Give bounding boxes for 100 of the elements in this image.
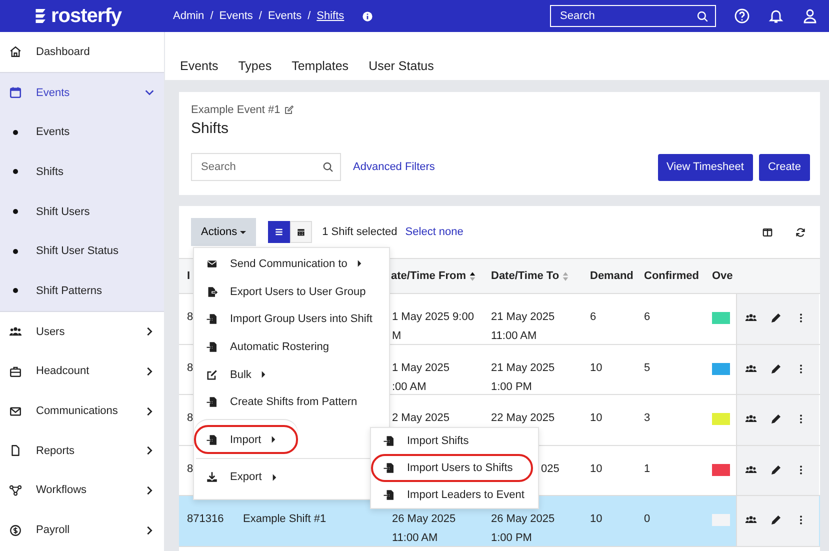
event-name: Example Event #1 — [191, 104, 280, 116]
refresh-icon[interactable] — [795, 226, 806, 238]
breadcrumb-separator: / — [308, 10, 311, 22]
sidebar-subitem[interactable]: Shift User Status — [0, 231, 164, 272]
list-view-button[interactable] — [268, 221, 290, 243]
sidebar-item[interactable]: Dashboard — [0, 32, 164, 72]
file-import-icon — [206, 396, 218, 408]
breadcrumb-link[interactable]: Shifts — [316, 10, 344, 22]
bell-icon[interactable] — [768, 8, 784, 24]
menu-item[interactable]: Import Users to Shifts — [371, 454, 533, 482]
selection-count: 1 Shift selected — [322, 226, 398, 238]
calendar-view-button[interactable] — [290, 221, 312, 243]
breadcrumb-link[interactable]: Events — [219, 10, 253, 22]
column-header[interactable]: Demand — [590, 266, 634, 286]
users-icon[interactable] — [745, 514, 757, 526]
table-cell-text: 22 May 2025 — [491, 411, 555, 426]
chevron-right-icon — [144, 445, 155, 456]
search-field[interactable]: Search — [191, 153, 341, 181]
column-header[interactable]: ate/Time From — [391, 266, 466, 286]
table-cell-text: 0 — [644, 512, 650, 527]
sidebar-item[interactable]: Workflows — [0, 470, 164, 510]
advanced-filters-link[interactable]: Advanced Filters — [353, 161, 435, 173]
caret-right-icon — [272, 474, 277, 481]
column-header[interactable]: I — [187, 266, 190, 286]
columns-icon[interactable] — [762, 226, 773, 238]
sidebar-item[interactable]: Reports — [0, 430, 164, 471]
edit-icon[interactable] — [284, 105, 294, 115]
sidebar-item[interactable]: Payroll — [0, 510, 164, 550]
breadcrumb-separator: / — [258, 10, 262, 22]
sidebar-item[interactable]: Users — [0, 312, 164, 352]
briefcase-icon — [9, 364, 22, 378]
caret-right-icon — [261, 371, 266, 378]
users-icon[interactable] — [745, 413, 757, 425]
tab[interactable]: Types — [238, 59, 272, 73]
chevron-right-icon — [144, 326, 155, 338]
breadcrumb-separator: / — [210, 10, 214, 22]
primary-button[interactable]: Create — [758, 154, 810, 180]
envelope-icon — [206, 258, 218, 270]
chevron-right-icon — [144, 484, 155, 496]
menu-item[interactable]: Import Group Users into Shift — [196, 305, 387, 334]
tab[interactable]: Events — [180, 59, 218, 73]
table-cell-text: 871316 — [187, 512, 224, 527]
users-icon — [9, 325, 22, 338]
sidebar-subitem[interactable]: Shifts — [0, 152, 164, 192]
pencil-icon[interactable] — [770, 362, 782, 374]
file-export-icon — [206, 286, 218, 298]
info-icon[interactable] — [362, 10, 374, 22]
caret-right-icon — [357, 260, 362, 268]
caret-right-icon — [271, 436, 276, 444]
list-icon — [274, 227, 284, 237]
breadcrumb-link[interactable]: Events — [268, 10, 302, 22]
users-icon[interactable] — [745, 464, 757, 476]
users-icon[interactable] — [745, 362, 757, 374]
menu-item[interactable]: Bulk — [196, 360, 387, 388]
document-icon — [9, 444, 22, 458]
table-cell-text: 6 — [590, 310, 596, 325]
user-icon[interactable] — [802, 8, 818, 24]
primary-button[interactable]: View Timesheet — [658, 154, 753, 180]
pencil-icon[interactable] — [770, 312, 782, 324]
logo-icon — [34, 7, 48, 25]
sort-icon[interactable] — [469, 270, 476, 282]
chevron-right-icon — [144, 366, 155, 377]
table-cell-text: Example Shift #1 — [243, 512, 326, 527]
sidebar-item[interactable]: Headcount — [0, 352, 164, 392]
sidebar-subitem[interactable]: Events — [0, 112, 164, 152]
dollar-icon — [9, 524, 22, 537]
file-import-icon — [206, 313, 218, 326]
calendar-icon — [9, 86, 22, 100]
actions-button[interactable]: Actions — [191, 218, 256, 246]
file-import-icon — [206, 434, 218, 446]
table-cell-text: 8 — [187, 411, 194, 426]
table-cell-text: 21 May 2025 1:00 PM — [491, 360, 555, 394]
sidebar-item[interactable]: Communications — [0, 391, 164, 431]
sidebar-subitem[interactable]: Shift Users — [0, 192, 164, 232]
column-header[interactable]: Date/Time To — [491, 266, 560, 286]
breadcrumb-link[interactable]: Admin — [173, 10, 204, 22]
pencil-icon[interactable] — [770, 514, 782, 526]
edit-icon — [206, 368, 218, 381]
column-header[interactable]: Confirmed — [644, 266, 699, 286]
column-header[interactable]: Ove — [712, 266, 733, 286]
pencil-icon[interactable] — [770, 464, 782, 476]
file-import-icon — [383, 489, 395, 501]
tab[interactable]: User Status — [368, 59, 434, 73]
table-cell-text: 26 May 2025 11:00 AM — [392, 512, 456, 546]
home-icon — [9, 45, 22, 58]
search-icon[interactable] — [696, 10, 709, 22]
help-icon[interactable] — [734, 8, 750, 24]
sidebar-item[interactable]: Events — [0, 72, 164, 112]
workflow-icon — [9, 484, 22, 497]
users-icon[interactable] — [745, 312, 757, 324]
select-none-link[interactable]: Select none — [405, 226, 464, 238]
table-cell-text: 025 — [541, 462, 560, 476]
table-cell-text: 5 — [644, 360, 650, 376]
pencil-icon[interactable] — [770, 413, 782, 425]
table-cell-text: 1 May 2025 9:00 M — [392, 310, 474, 344]
table-cell-text: 21 May 2025 11:00 AM — [491, 310, 555, 344]
search-icon[interactable] — [322, 161, 334, 173]
menu-item[interactable]: Send Communication to — [196, 250, 387, 278]
sidebar-subitem[interactable]: Shift Patterns — [0, 271, 164, 311]
tab[interactable]: Templates — [292, 59, 349, 73]
